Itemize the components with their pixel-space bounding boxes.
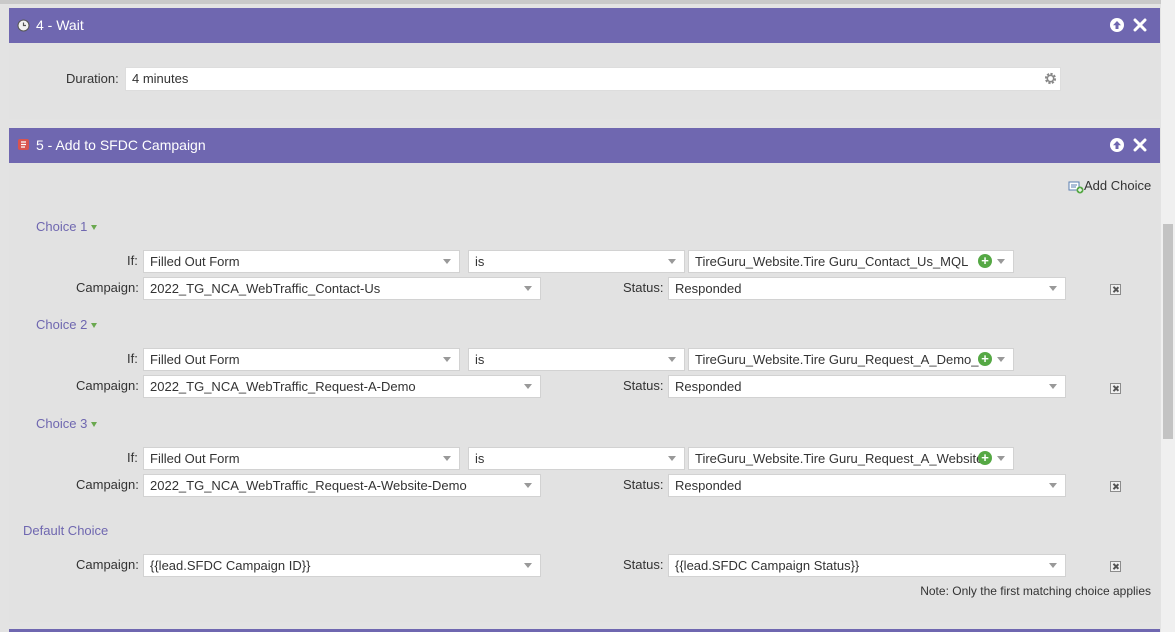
move-up-icon[interactable] [1110,18,1124,32]
delete-choice-2-icon[interactable] [1110,383,1121,394]
status-label: Status: [623,378,664,393]
duration-label: Duration: [66,71,119,86]
wait-step-panel: 4 - Wait Duration: 4 minutes [9,8,1160,119]
close-icon[interactable] [1133,138,1147,152]
delete-choice-3-icon[interactable] [1110,481,1121,492]
wait-step-header: 4 - Wait [9,8,1160,43]
choice-3-form-select[interactable]: TireGuru_Website.Tire Guru_Request_A_Web… [688,447,1014,470]
dropdown-arrow-icon [524,483,532,488]
dropdown-arrow-icon [524,563,532,568]
duration-input[interactable]: 4 minutes [125,67,1061,91]
delete-default-choice-icon[interactable] [1110,561,1121,572]
wait-step-title: 4 - Wait [36,17,84,33]
add-icon[interactable]: + [978,451,992,465]
campaign-label: Campaign: [76,378,139,393]
sfdc-step-panel: 5 - Add to SFDC Campaign Add Choice Choi… [9,128,1160,622]
default-status-select[interactable]: {{lead.SFDC Campaign Status}} [668,554,1066,577]
choice-2-operator-select[interactable]: is [468,348,685,371]
choice-1-form-select[interactable]: TireGuru_Website.Tire Guru_Contact_Us_MQ… [688,250,1014,273]
status-label: Status: [623,280,664,295]
top-divider [0,0,1175,4]
salesforce-icon [18,139,29,150]
choice-3-campaign-select[interactable]: 2022_TG_NCA_WebTraffic_Request-A-Website… [143,474,541,497]
choice-1-operator-select[interactable]: is [468,250,685,273]
choice-1-condition-select[interactable]: Filled Out Form [143,250,460,273]
choice-1-toggle[interactable]: Choice 1 [36,219,98,234]
gear-icon[interactable] [1044,72,1057,85]
dropdown-arrow-icon [1049,286,1057,291]
default-campaign-select[interactable]: {{lead.SFDC Campaign ID}} [143,554,541,577]
dropdown-arrow-icon [1049,384,1057,389]
choice-2-toggle[interactable]: Choice 2 [36,317,98,332]
dropdown-arrow-icon [524,286,532,291]
if-label: If: [127,450,138,465]
scrollbar-thumb[interactable] [1163,224,1173,439]
choice-3-toggle[interactable]: Choice 3 [36,416,98,431]
add-choice-label: Add Choice [1084,178,1152,193]
default-choice-label: Default Choice [23,523,109,538]
dropdown-arrow-icon [668,357,676,362]
choice-3-label: Choice 3 [36,416,88,431]
scrollbar-track[interactable] [1161,0,1175,632]
dropdown-arrow-icon [997,357,1005,362]
campaign-label: Campaign: [76,557,139,572]
add-choice-icon [1068,181,1084,194]
choice-1-campaign-select[interactable]: 2022_TG_NCA_WebTraffic_Contact-Us [143,277,541,300]
choice-2-campaign-select[interactable]: 2022_TG_NCA_WebTraffic_Request-A-Demo [143,375,541,398]
delete-choice-1-icon[interactable] [1110,284,1121,295]
choice-3-status-select[interactable]: Responded [668,474,1066,497]
dropdown-arrow-icon [997,259,1005,264]
choice-2-label: Choice 2 [36,317,88,332]
dropdown-arrow-icon [443,259,451,264]
choice-2-status-select[interactable]: Responded [668,375,1066,398]
close-icon[interactable] [1133,18,1147,32]
expand-icon [91,323,98,329]
add-icon[interactable]: + [978,352,992,366]
sfdc-step-header: 5 - Add to SFDC Campaign [9,128,1160,163]
choice-3-operator-select[interactable]: is [468,447,685,470]
status-label: Status: [623,477,664,492]
choice-3-condition-select[interactable]: Filled Out Form [143,447,460,470]
choice-2-condition-select[interactable]: Filled Out Form [143,348,460,371]
dropdown-arrow-icon [443,456,451,461]
dropdown-arrow-icon [443,357,451,362]
dropdown-arrow-icon [524,384,532,389]
dropdown-arrow-icon [668,456,676,461]
move-up-icon[interactable] [1110,138,1124,152]
expand-icon [91,225,98,231]
if-label: If: [127,253,138,268]
campaign-label: Campaign: [76,280,139,295]
add-icon[interactable]: + [978,254,992,268]
if-label: If: [127,351,138,366]
dropdown-arrow-icon [668,259,676,264]
note-text: Note: Only the first matching choice app… [920,584,1151,598]
dropdown-arrow-icon [1049,483,1057,488]
expand-icon [91,422,98,428]
clock-icon [17,19,30,32]
campaign-label: Campaign: [76,477,139,492]
dropdown-arrow-icon [1049,563,1057,568]
status-label: Status: [623,557,664,572]
choice-1-status-select[interactable]: Responded [668,277,1066,300]
choice-2-form-select[interactable]: TireGuru_Website.Tire Guru_Request_A_Dem… [688,348,1014,371]
dropdown-arrow-icon [997,456,1005,461]
sfdc-step-title: 5 - Add to SFDC Campaign [36,137,206,153]
choice-1-label: Choice 1 [36,219,88,234]
